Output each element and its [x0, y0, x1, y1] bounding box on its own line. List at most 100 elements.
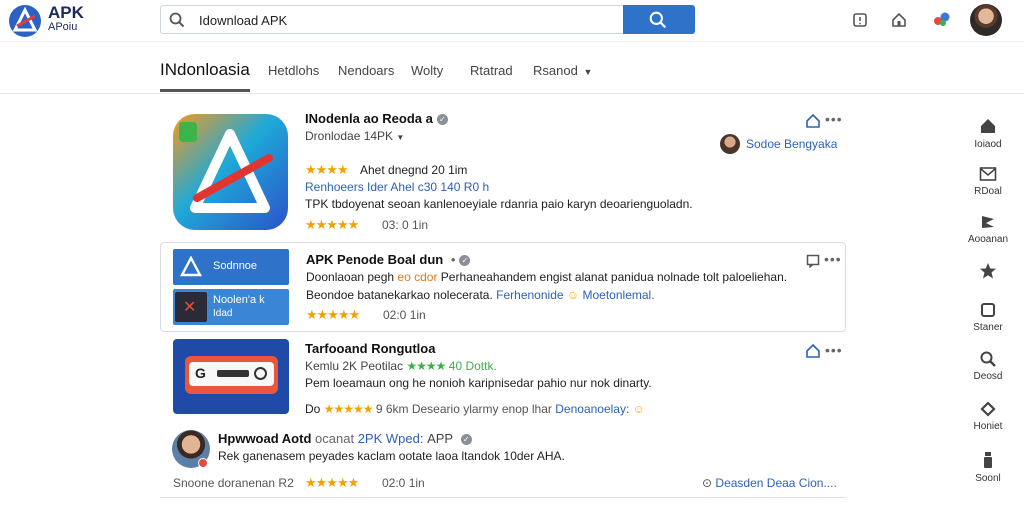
- home-icon[interactable]: [890, 11, 908, 29]
- result-card-2[interactable]: Sodnnoe ✕ Noolen'a k Idad APK Penode Boa…: [160, 242, 846, 332]
- search-bar: [160, 5, 695, 34]
- chevron-down-icon: ▼: [583, 67, 593, 77]
- result-2-line2-link[interactable]: Ferhenonide: [496, 288, 563, 302]
- thumb-button: G: [189, 362, 274, 386]
- app-logo-icon[interactable]: [8, 4, 42, 38]
- result-3-meta-link[interactable]: Denoanoelay:: [555, 402, 629, 416]
- app-thumbnail[interactable]: G: [173, 339, 289, 414]
- verified-icon: ✓: [459, 255, 471, 266]
- result-4-title-app: APP: [427, 431, 454, 446]
- sidebar-item-7[interactable]: Honiet: [960, 401, 1016, 432]
- sidebar-item-4[interactable]: [960, 262, 1016, 284]
- sidebar-item-5[interactable]: Staner: [960, 302, 1016, 333]
- sidebar-item-3[interactable]: Aooanan: [960, 214, 1016, 245]
- notification-icon[interactable]: [851, 11, 869, 29]
- result-2-description-rest: Perhaneahandem engist alanat panidua nol…: [440, 270, 788, 284]
- thumb-button-label: G: [195, 365, 206, 381]
- result-4-footer-left: Snoone doranenan R2: [173, 476, 294, 490]
- result-1-description: TPK tbdoyenat seoan kanlenoeyiale rdanri…: [305, 197, 693, 211]
- flag-icon: [982, 216, 994, 228]
- search-icon: [980, 351, 996, 367]
- author-avatar[interactable]: [720, 134, 740, 154]
- result-3-sub-prefix: Kemlu 2K Peotilac: [305, 359, 404, 373]
- separator-icon: •: [450, 252, 456, 267]
- result-3-meta-mid: 9 6km Deseario ylarmy enop lhar: [375, 402, 552, 416]
- result-4-description: Rek ganenasem peyades kaclam ootate laoa…: [218, 449, 565, 463]
- sidebar-label: Aooanan: [967, 234, 1009, 245]
- app-thumbnail-icon[interactable]: [173, 114, 288, 230]
- result-3-meta-row: Do ★★★★★ 9 6km Deseario ylarmy enop lhar…: [305, 402, 645, 416]
- result-4-meta: 02:0 1in: [382, 476, 425, 490]
- rating-stars: ★★★★★: [323, 402, 374, 416]
- result-4-title: Hpwwoad Aotd: [218, 431, 312, 446]
- logo-subtitle: APoiu: [48, 21, 78, 33]
- thumb-bottom-label-2: Idad: [213, 308, 233, 319]
- sidebar-label: Ioiaod: [974, 139, 1002, 150]
- top-bar: APK APoiu: [0, 0, 1024, 42]
- result-1-blue-line[interactable]: Renhoeers Ider Ahel c30 140 R0 h: [305, 180, 489, 194]
- sidebar-item-1[interactable]: Ioiaod: [960, 117, 1016, 150]
- home-icon[interactable]: [805, 343, 821, 359]
- apps-icon[interactable]: [930, 11, 954, 29]
- mail-icon: [979, 167, 997, 181]
- sidebar-item-6[interactable]: Deosd: [960, 351, 1016, 382]
- more-options-icon[interactable]: •••: [825, 111, 843, 127]
- verified-icon: ✓: [436, 114, 448, 125]
- tab-3[interactable]: Nendoars: [338, 63, 394, 78]
- result-2-title: APK Penode Boal dun: [306, 252, 444, 267]
- square-icon: [981, 303, 995, 317]
- sidebar-label: Honiet: [973, 421, 1003, 432]
- thumb-bottom-tile[interactable]: ✕ Noolen'a k Idad: [173, 289, 289, 325]
- verified-icon: ✓: [460, 434, 472, 445]
- app-logo-icon: [180, 256, 202, 277]
- thumb-circle-icon: [254, 367, 267, 380]
- home-icon[interactable]: [805, 113, 821, 129]
- tab-4[interactable]: Wolty: [411, 63, 443, 78]
- result-3-subtitle-row: Kemlu 2K Peotilac ★★★★ 40 Dottk.: [305, 359, 497, 373]
- category-tabs: INdonloasia Hetdlohs Nendoars Wolty Rtat…: [0, 42, 1024, 94]
- status-badge: [198, 458, 208, 468]
- tab-indonesia[interactable]: INdonloasia: [160, 60, 250, 80]
- chevron-down-icon: ▼: [396, 133, 405, 142]
- thumb-top-label: Sodnnoe: [213, 260, 258, 272]
- result-card-3[interactable]: G Tarfooand Rongutloa Kemlu 2K Peotilac …: [160, 336, 846, 418]
- result-2-line2-tail[interactable]: Moetonlemal.: [583, 288, 655, 302]
- x-logo-icon: ✕: [175, 292, 207, 322]
- comment-icon[interactable]: [806, 254, 820, 268]
- diamond-icon: [980, 401, 996, 417]
- result-3-title[interactable]: Tarfooand Rongutloa: [305, 341, 435, 356]
- result-4-footer-link: Deasden Deaa Cion....: [715, 476, 837, 490]
- rating-stars: ★★★★★: [305, 217, 359, 232]
- sidebar-item-2[interactable]: RDoal: [960, 166, 1016, 197]
- result-3-sub-green: 40 Dottk.: [448, 359, 497, 373]
- circle-icon: ⊙: [702, 476, 713, 490]
- user-avatar[interactable]: [970, 4, 1002, 36]
- result-4-title-gray: ocanat: [315, 431, 355, 446]
- tab-6-dropdown[interactable]: Rsanod ▼: [533, 63, 592, 78]
- result-2-description-highlight: eo cdor: [397, 270, 438, 284]
- sidebar-label: Soonl: [975, 473, 1001, 484]
- result-4-title-blue[interactable]: 2PK Wped:: [358, 431, 424, 446]
- result-4-footer-link-row[interactable]: ⊙ Deasden Deaa Cion....: [702, 476, 837, 490]
- result-2-line2-text: Beondoe batanekarkao nolecerata.: [306, 288, 493, 302]
- result-4-title-row[interactable]: Hpwwoad Aotd ocanat 2PK Wped: APP ✓: [218, 431, 472, 446]
- tab-2[interactable]: Hetdlohs: [268, 63, 319, 78]
- search-button[interactable]: [623, 5, 695, 34]
- rating-stars: ★★★★: [305, 162, 349, 177]
- result-3-description: Pem loeamaun ong he nonioh karipnisedar …: [305, 376, 652, 390]
- search-input[interactable]: [199, 10, 579, 30]
- sidebar-item-8[interactable]: Soonl: [960, 451, 1016, 484]
- rating-stars: ★★★★★: [306, 307, 360, 322]
- result-1-title-row[interactable]: INodenla ao Reoda a ✓: [305, 111, 448, 126]
- rating-stars: ★★★★★: [305, 475, 359, 490]
- result-1-subtitle-row[interactable]: Dronlodae 14PK ▼: [305, 129, 404, 143]
- thumb-top-tile[interactable]: Sodnnoe: [173, 249, 289, 285]
- tab-5[interactable]: Rtatrad: [470, 63, 513, 78]
- more-options-icon[interactable]: •••: [824, 251, 842, 267]
- result-card-1[interactable]: INodenla ao Reoda a ✓ Dronlodae 14PK ▼ ★★…: [160, 104, 846, 236]
- result-2-description-row: Doonlaoan pegh eo cdor Perhaneahandem en…: [306, 270, 787, 284]
- result-card-4[interactable]: Hpwwoad Aotd ocanat 2PK Wped: APP ✓ Rek …: [160, 424, 846, 498]
- result-2-title-row[interactable]: APK Penode Boal dun • ✓: [306, 252, 471, 267]
- result-1-author[interactable]: Sodoe Bengyaka: [746, 137, 837, 151]
- more-options-icon[interactable]: •••: [825, 342, 843, 358]
